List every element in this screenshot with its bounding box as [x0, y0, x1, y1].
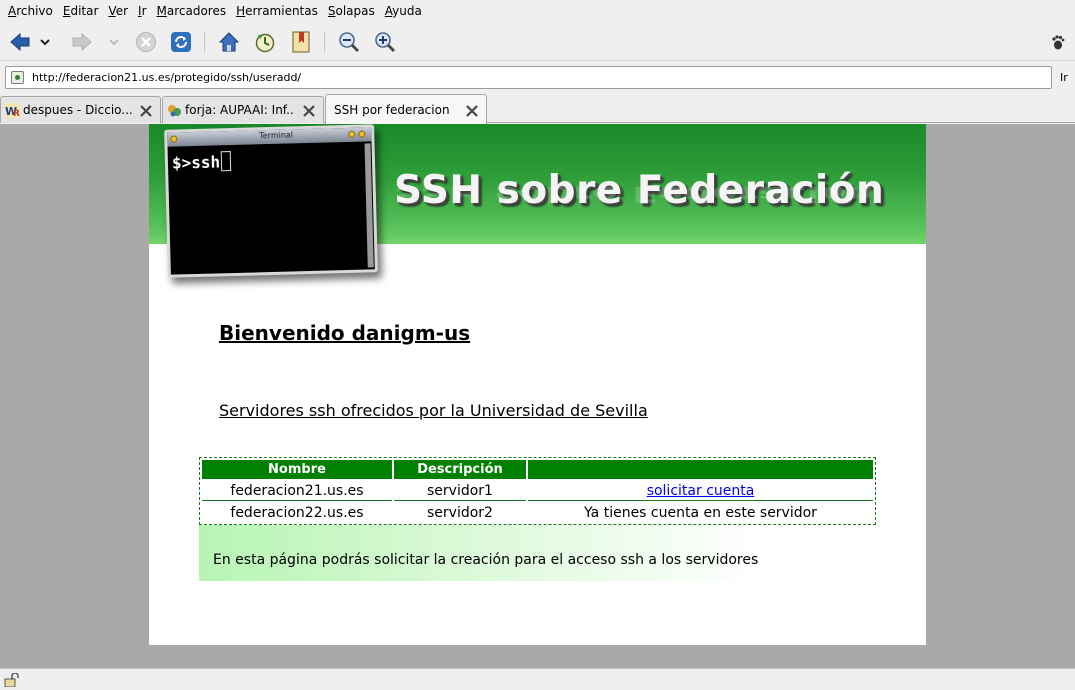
- home-button[interactable]: [216, 29, 242, 55]
- banner-title-reflection: SSH sobre Federación: [394, 181, 875, 206]
- server-description: servidor2: [427, 505, 493, 521]
- gnome-foot-icon: [1052, 35, 1065, 50]
- web-page: SSH sobre Federación SSH sobre Federació…: [149, 124, 926, 645]
- menu-ver[interactable]: Ver: [103, 4, 133, 18]
- column-header-action: [528, 460, 873, 479]
- forja-favicon-icon: [168, 105, 181, 117]
- forward-arrow-icon: [72, 32, 92, 52]
- back-button[interactable]: [7, 29, 33, 55]
- forward-history-dropdown[interactable]: [106, 29, 122, 55]
- back-history-dropdown[interactable]: [37, 29, 53, 55]
- forward-button[interactable]: [69, 29, 95, 55]
- tab-strip: WR despues - Diccio... forja: AUPAAI: In…: [0, 93, 1075, 124]
- toolbar-separator: [324, 31, 325, 53]
- servers-heading: Servidores ssh ofrecidos por la Universi…: [219, 401, 648, 420]
- server-name: federacion21.us.es: [202, 481, 392, 501]
- location-bar: http://federacion21.us.es/protegido/ssh/…: [0, 62, 1075, 92]
- history-button[interactable]: [252, 29, 278, 55]
- servers-table: Nombre Descripción federacion21.us.es se…: [199, 457, 876, 525]
- terminal-title: Terminal: [259, 130, 294, 141]
- chevron-down-icon: [40, 39, 50, 46]
- terminal-scrollbar: [364, 143, 374, 268]
- tab-despues[interactable]: WR despues - Diccio...: [0, 96, 161, 123]
- zoom-in-button[interactable]: [372, 29, 398, 55]
- table-row: federacion21.us.es servidor1 solicitar c…: [202, 481, 873, 501]
- tab-ssh-federacion[interactable]: SSH por federacion: [325, 94, 487, 124]
- toolbar-separator: [204, 31, 205, 53]
- bookmarks-button[interactable]: [288, 29, 314, 55]
- info-box: En esta página podrás solicitar la creac…: [199, 525, 759, 581]
- throbber: [1047, 29, 1069, 55]
- stop-icon: [136, 32, 156, 52]
- wr-favicon-icon: WR: [5, 103, 20, 118]
- window-dot-icon: [358, 130, 366, 138]
- url-field[interactable]: http://federacion21.us.es/protegido/ssh/…: [5, 66, 1052, 89]
- column-header-descripcion: Descripción: [394, 460, 526, 479]
- history-clock-icon: [255, 33, 275, 53]
- site-favicon: [11, 71, 24, 84]
- home-icon: [218, 32, 240, 52]
- column-header-nombre: Nombre: [202, 460, 392, 479]
- table-header-row: Nombre Descripción: [202, 460, 873, 479]
- back-arrow-icon: [10, 32, 30, 52]
- tab-label: forja: AUPAAI: Inf...: [185, 103, 295, 117]
- cursor-icon: [220, 151, 232, 172]
- zoom-in-icon: [375, 32, 396, 53]
- unlocked-padlock-icon[interactable]: [3, 673, 19, 687]
- close-icon[interactable]: [302, 104, 316, 118]
- window-dot-icon: [348, 130, 356, 138]
- terminal-titlebar: Terminal: [167, 127, 372, 147]
- terminal-logo: Terminal $>ssh: [164, 124, 378, 278]
- tab-label: SSH por federacion: [334, 103, 450, 117]
- svg-text:R: R: [13, 109, 20, 118]
- info-text: En esta página podrás solicitar la creac…: [213, 552, 759, 568]
- navigation-toolbar: [0, 23, 1075, 61]
- table-row: federacion22.us.es servidor2 Ya tienes c…: [202, 503, 873, 523]
- close-icon[interactable]: [139, 104, 153, 118]
- reload-icon: [171, 32, 191, 52]
- menu-ayuda[interactable]: Ayuda: [380, 4, 427, 18]
- menu-solapas[interactable]: Solapas: [323, 4, 380, 18]
- server-description: servidor1: [394, 481, 526, 501]
- window-dot-icon: [170, 135, 178, 143]
- reload-button[interactable]: [168, 29, 194, 55]
- chevron-down-icon: [109, 39, 119, 46]
- status-bar: [0, 668, 1075, 690]
- server-name: federacion22.us.es: [230, 505, 364, 521]
- menu-ir[interactable]: Ir: [133, 4, 151, 18]
- menu-bar: Archivo Editar Ver Ir Marcadores Herrami…: [0, 0, 1075, 22]
- bookmark-icon: [292, 31, 310, 53]
- menu-editar[interactable]: Editar: [58, 4, 104, 18]
- go-button[interactable]: Ir: [1060, 71, 1068, 84]
- menu-marcadores[interactable]: Marcadores: [152, 4, 232, 18]
- tab-label: despues - Diccio...: [23, 103, 133, 117]
- welcome-heading: Bienvenido danigm-us: [219, 321, 471, 345]
- url-text[interactable]: http://federacion21.us.es/protegido/ssh/…: [32, 71, 301, 84]
- close-icon[interactable]: [465, 104, 479, 118]
- tab-forja[interactable]: forja: AUPAAI: Inf...: [162, 96, 324, 123]
- menu-herramientas[interactable]: Herramientas: [231, 4, 323, 18]
- request-account-link[interactable]: solicitar cuenta: [647, 483, 755, 499]
- terminal-prompt: $>ssh: [172, 151, 232, 173]
- page-viewport: SSH sobre Federación SSH sobre Federació…: [0, 124, 1075, 668]
- server-status: Ya tienes cuenta en este servidor: [584, 505, 817, 521]
- zoom-out-icon: [339, 32, 360, 53]
- zoom-out-button[interactable]: [336, 29, 362, 55]
- server-action: solicitar cuenta: [528, 481, 873, 501]
- stop-button[interactable]: [133, 29, 159, 55]
- menu-archivo[interactable]: Archivo: [3, 4, 58, 18]
